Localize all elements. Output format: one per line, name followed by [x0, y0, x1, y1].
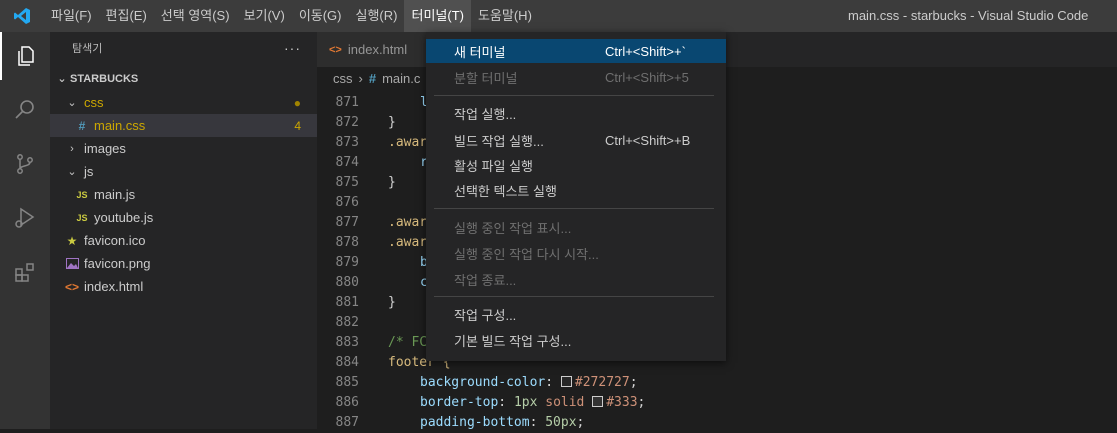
css-file-icon: #	[368, 70, 377, 86]
chevron-down-icon: ⌄	[67, 97, 77, 109]
tree-folder-css[interactable]: ⌄ css ●	[50, 91, 317, 114]
shortcut-label: Ctrl+<Shift>+5	[605, 69, 689, 85]
problems-badge: 4	[294, 118, 301, 133]
modified-dot-icon: ●	[293, 95, 301, 110]
menu-item-split-terminal[interactable]: 분할 터미널 Ctrl+<Shift>+5	[426, 65, 726, 89]
folder-label: js	[84, 164, 94, 179]
run-debug-icon[interactable]	[0, 194, 50, 242]
image-file-icon	[64, 258, 80, 269]
code-line: 885 background-color: #272727;	[335, 375, 638, 390]
file-label: favicon.ico	[84, 233, 146, 248]
shortcut-label: Ctrl+<Shift>+B	[605, 132, 691, 148]
star-icon: ★	[66, 233, 78, 248]
tree-folder-images[interactable]: › images	[50, 137, 317, 160]
menu-item-run-active-file[interactable]: 활성 파일 실행	[426, 153, 726, 177]
menu-go[interactable]: 이동(G)	[292, 0, 349, 32]
menu-item-show-running-tasks[interactable]: 실행 중인 작업 표시...	[426, 215, 726, 239]
menu-separator	[434, 95, 714, 96]
menu-item-restart-running-task[interactable]: 실행 중인 작업 다시 시작...	[426, 241, 726, 265]
explorer-icon[interactable]	[0, 32, 50, 80]
project-name: STARBUCKS	[70, 72, 139, 85]
tree-file-index-html[interactable]: <> index.html	[50, 275, 317, 298]
menu-item-configure-tasks[interactable]: 작업 구성...	[426, 302, 726, 326]
tab-label: index.html	[347, 42, 408, 57]
code-line: 887 padding-bottom: 50px;	[335, 415, 585, 430]
shortcut-label: Ctrl+<Shift>+`	[605, 43, 686, 59]
source-control-icon[interactable]	[0, 140, 50, 188]
menu-edit[interactable]: 편집(E)	[99, 0, 154, 32]
title-bar: 파일(F) 편집(E) 선택 영역(S) 보기(V) 이동(G) 실행(R) 터…	[0, 0, 1117, 32]
js-file-icon: JS	[76, 189, 88, 200]
menu-file[interactable]: 파일(F)	[44, 0, 99, 32]
menu-bar: 파일(F) 편집(E) 선택 영역(S) 보기(V) 이동(G) 실행(R) 터…	[44, 0, 539, 32]
chevron-down-icon: ⌄	[67, 166, 77, 178]
color-swatch[interactable]	[560, 376, 572, 387]
chevron-right-icon: ›	[358, 70, 363, 86]
chevron-right-icon: ›	[70, 142, 74, 155]
tree-file-main-js[interactable]: JS main.js	[50, 183, 317, 206]
menu-help[interactable]: 도움말(H)	[471, 0, 539, 32]
more-actions-icon[interactable]: ···	[284, 40, 301, 56]
menu-item-terminate-task[interactable]: 작업 종료...	[426, 267, 726, 291]
activity-bar	[0, 32, 50, 429]
menu-selection[interactable]: 선택 영역(S)	[154, 0, 237, 32]
menu-item-new-terminal[interactable]: 새 터미널 Ctrl+<Shift>+`	[426, 39, 726, 63]
menu-item-run-task[interactable]: 작업 실행...	[426, 101, 726, 125]
terminal-menu-dropdown: 새 터미널 Ctrl+<Shift>+` 분할 터미널 Ctrl+<Shift>…	[426, 32, 726, 361]
tree-file-youtube-js[interactable]: JS youtube.js	[50, 206, 317, 229]
file-label: index.html	[84, 279, 144, 294]
file-label: favicon.png	[84, 256, 151, 271]
tab-index-html[interactable]: <> index.html	[317, 32, 435, 67]
tree-file-main-css[interactable]: # main.css 4	[50, 114, 317, 137]
folder-label: css	[84, 95, 104, 110]
breadcrumb-file[interactable]: main.c	[382, 71, 420, 86]
code-line: 886 border-top: 1px solid #333;	[335, 395, 646, 410]
html-file-icon: <>	[329, 43, 342, 56]
file-label: main.css	[94, 118, 146, 133]
menu-view[interactable]: 보기(V)	[237, 0, 292, 32]
extensions-icon[interactable]	[0, 248, 50, 296]
explorer-title: 탐색기	[72, 43, 103, 55]
vscode-logo-icon	[0, 0, 44, 32]
menu-run[interactable]: 실행(R)	[349, 0, 405, 32]
explorer-sidebar: 탐색기 ··· ⌄ STARBUCKS ⌄ css ● # main.css 4…	[50, 32, 317, 429]
tree-file-favicon-ico[interactable]: ★ favicon.ico	[50, 229, 317, 252]
tree-file-favicon-png[interactable]: favicon.png	[50, 252, 317, 275]
breadcrumb-folder[interactable]: css	[333, 71, 353, 86]
menu-item-run-build-task[interactable]: 빌드 작업 실행... Ctrl+<Shift>+B	[426, 128, 726, 152]
menu-item-configure-default-build[interactable]: 기본 빌드 작업 구성...	[426, 328, 726, 352]
menu-item-run-selected-text[interactable]: 선택한 텍스트 실행	[426, 178, 726, 202]
menu-separator	[434, 208, 714, 209]
chevron-down-icon: ⌄	[57, 73, 67, 85]
file-label: main.js	[94, 187, 136, 202]
menu-separator	[434, 296, 714, 297]
file-label: youtube.js	[94, 210, 154, 225]
tree-folder-js[interactable]: ⌄ js	[50, 160, 317, 183]
project-header[interactable]: ⌄ STARBUCKS	[50, 67, 317, 90]
search-icon[interactable]	[0, 86, 50, 134]
folder-label: images	[84, 141, 126, 156]
html-file-icon: <>	[64, 279, 79, 294]
js-file-icon: JS	[76, 212, 88, 223]
window-title: main.css - starbucks - Visual Studio Cod…	[848, 8, 1089, 23]
css-file-icon: #	[78, 118, 86, 133]
color-swatch[interactable]	[592, 396, 604, 407]
menu-terminal[interactable]: 터미널(T)	[404, 0, 471, 32]
